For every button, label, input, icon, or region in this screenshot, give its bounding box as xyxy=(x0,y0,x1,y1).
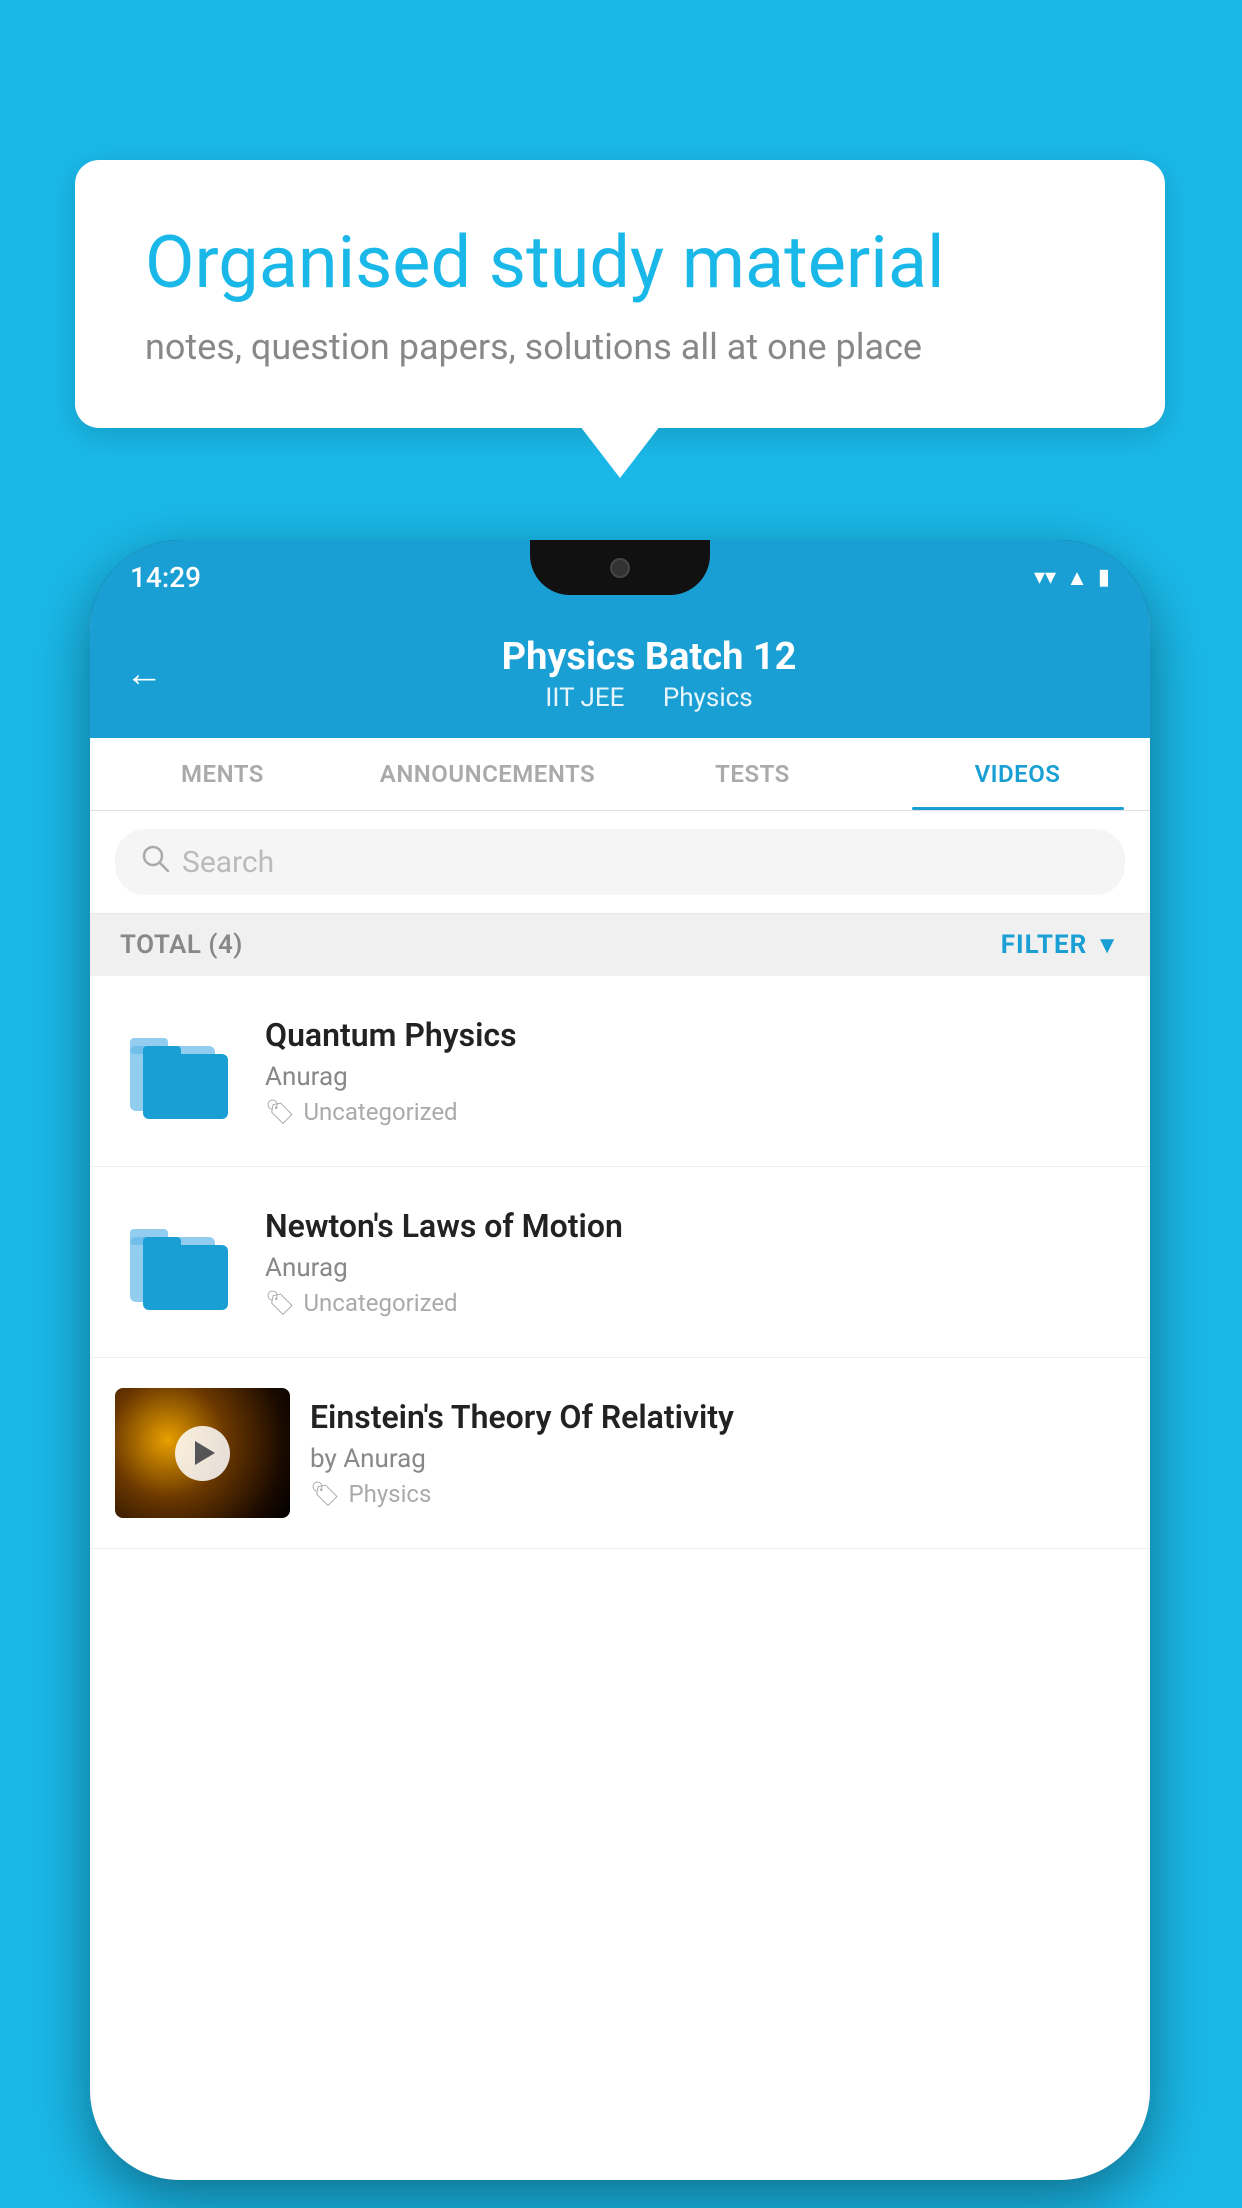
tab-ments[interactable]: MENTS xyxy=(90,738,355,810)
status-time: 14:29 xyxy=(130,561,201,594)
search-container: Search xyxy=(90,811,1150,914)
item-title: Einstein's Theory Of Relativity xyxy=(310,1398,1125,1436)
speech-bubble: Organised study material notes, question… xyxy=(75,160,1165,428)
item-tag: 🏷 Uncategorized xyxy=(265,1098,1125,1126)
search-icon xyxy=(140,843,170,881)
tag-label: Uncategorized xyxy=(303,1289,457,1317)
item-author: Anurag xyxy=(265,1253,1125,1283)
item-info: Newton's Laws of Motion Anurag 🏷 Uncateg… xyxy=(265,1207,1125,1317)
tab-videos[interactable]: VIDEOS xyxy=(885,738,1150,810)
bubble-subtitle: notes, question papers, solutions all at… xyxy=(145,326,1095,368)
item-info: Quantum Physics Anurag 🏷 Uncategorized xyxy=(265,1016,1125,1126)
app-screen: ← Physics Batch 12 IIT JEE Physics MENTS… xyxy=(90,615,1150,2180)
phone-frame: 14:29 ▾▾ ▲ ▮ ← Physics Batch 12 IIT JEE … xyxy=(90,540,1150,2180)
item-author: Anurag xyxy=(265,1062,1125,1092)
filter-bar: TOTAL (4) FILTER ▼ xyxy=(90,914,1150,976)
item-title: Newton's Laws of Motion xyxy=(265,1207,1125,1245)
back-button[interactable]: ← xyxy=(125,652,163,696)
tag-icon: 🏷 xyxy=(310,1480,340,1508)
play-button[interactable] xyxy=(175,1426,230,1481)
front-camera xyxy=(610,558,630,578)
notch xyxy=(530,540,710,595)
video-list: Quantum Physics Anurag 🏷 Uncategorized xyxy=(90,976,1150,2180)
header-title: Physics Batch 12 xyxy=(183,635,1115,679)
item-tag: 🏷 Uncategorized xyxy=(265,1289,1125,1317)
list-item[interactable]: Quantum Physics Anurag 🏷 Uncategorized xyxy=(90,976,1150,1167)
app-header: ← Physics Batch 12 IIT JEE Physics xyxy=(90,615,1150,738)
search-input[interactable]: Search xyxy=(182,845,274,880)
item-thumbnail xyxy=(115,1197,245,1327)
search-bar[interactable]: Search xyxy=(115,829,1125,895)
status-bar: 14:29 ▾▾ ▲ ▮ xyxy=(90,540,1150,615)
folder-icon xyxy=(125,1016,235,1126)
item-info: Einstein's Theory Of Relativity by Anura… xyxy=(310,1398,1125,1508)
filter-icon: ▼ xyxy=(1095,931,1120,960)
tab-bar: MENTS ANNOUNCEMENTS TESTS VIDEOS xyxy=(90,738,1150,811)
wifi-icon: ▾▾ xyxy=(1034,565,1056,590)
tab-announcements[interactable]: ANNOUNCEMENTS xyxy=(355,738,620,810)
item-tag: 🏷 Physics xyxy=(310,1480,1125,1508)
item-author: by Anurag xyxy=(310,1444,1125,1474)
tag-label: Physics xyxy=(348,1480,431,1508)
bubble-title: Organised study material xyxy=(145,220,1095,306)
filter-label: FILTER xyxy=(1001,930,1087,960)
list-item[interactable]: Newton's Laws of Motion Anurag 🏷 Uncateg… xyxy=(90,1167,1150,1358)
battery-icon: ▮ xyxy=(1098,565,1110,590)
list-item[interactable]: Einstein's Theory Of Relativity by Anura… xyxy=(90,1358,1150,1549)
header-subtitle-physics: Physics xyxy=(663,683,753,713)
header-subtitle-iitjee: IIT JEE xyxy=(545,683,624,713)
item-title: Quantum Physics xyxy=(265,1016,1125,1054)
signal-icon: ▲ xyxy=(1066,565,1088,591)
filter-button[interactable]: FILTER ▼ xyxy=(1001,930,1120,960)
header-subtitle: IIT JEE Physics xyxy=(183,683,1115,713)
item-thumbnail xyxy=(115,1006,245,1136)
video-thumbnail xyxy=(115,1388,290,1518)
tag-label: Uncategorized xyxy=(303,1098,457,1126)
tag-icon: 🏷 xyxy=(265,1289,295,1317)
play-icon xyxy=(195,1441,215,1465)
header-title-area: Physics Batch 12 IIT JEE Physics xyxy=(183,635,1115,713)
status-icons: ▾▾ ▲ ▮ xyxy=(1034,565,1110,591)
folder-icon xyxy=(125,1207,235,1317)
tag-icon: 🏷 xyxy=(265,1098,295,1126)
total-count-label: TOTAL (4) xyxy=(120,930,243,960)
tab-tests[interactable]: TESTS xyxy=(620,738,885,810)
